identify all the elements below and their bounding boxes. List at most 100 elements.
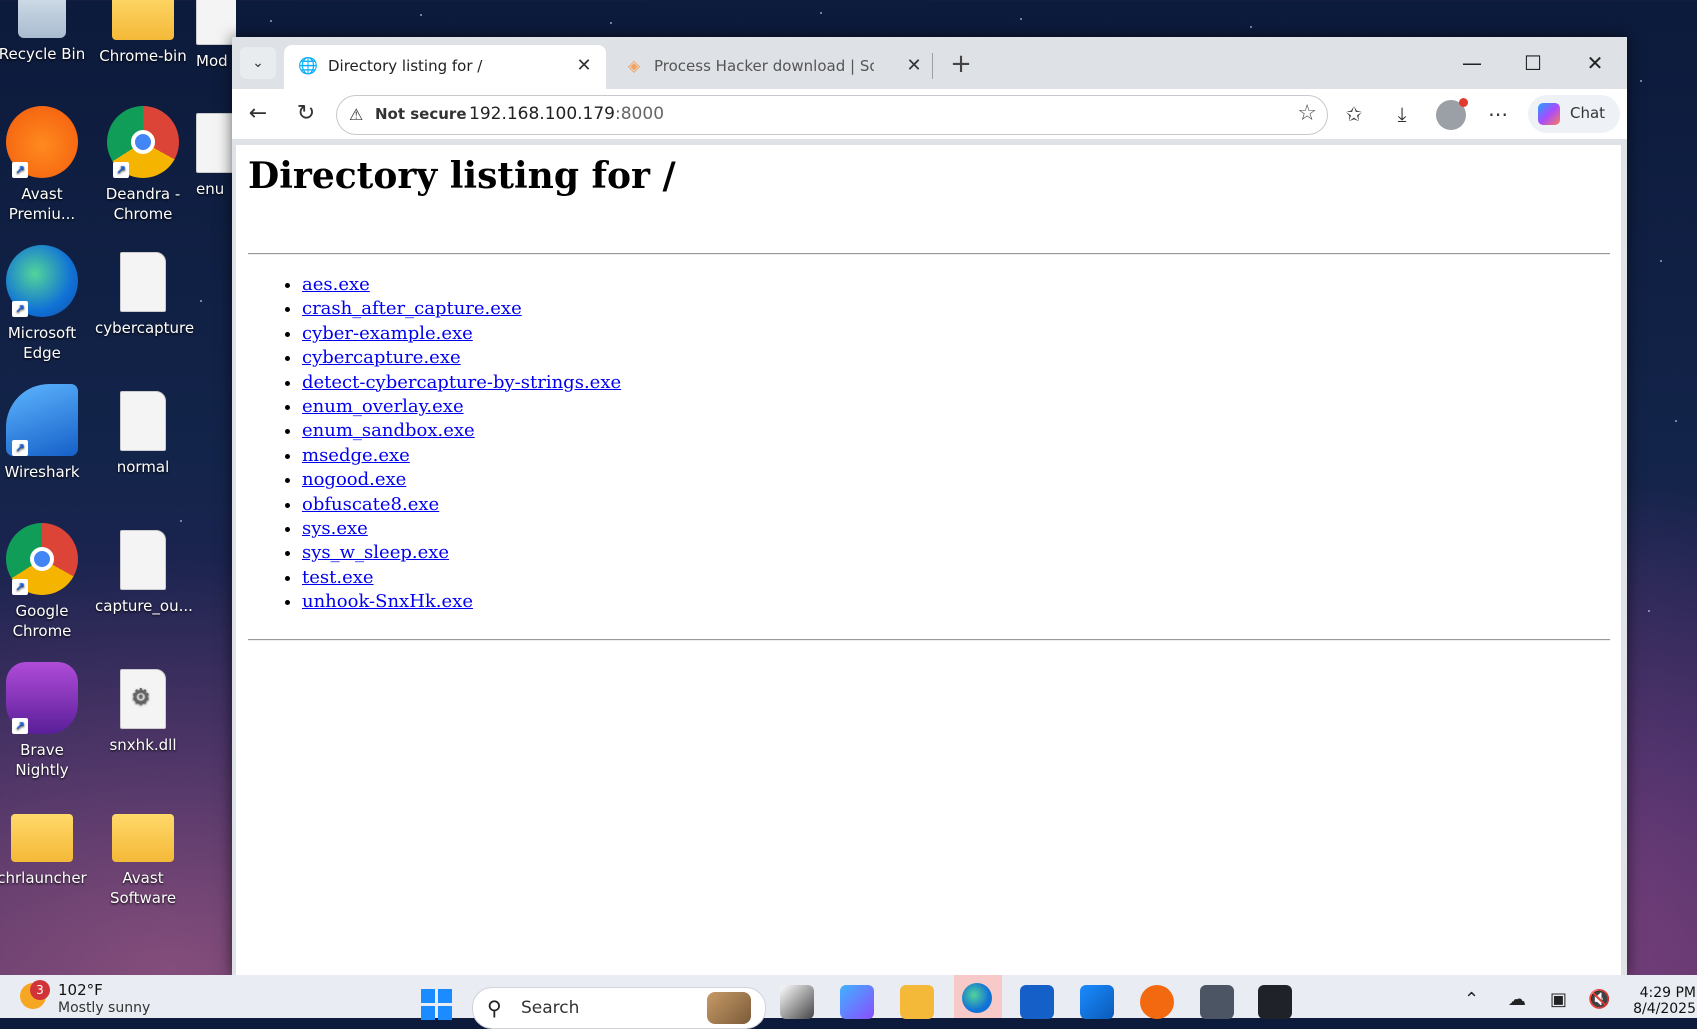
tab-actions-dropdown[interactable]: ⌄ <box>240 47 276 79</box>
file-link[interactable]: aes.exe <box>302 274 370 295</box>
address-bar[interactable]: ⚠ Not secure 192.168.100.179:8000 ☆ <box>336 95 1328 135</box>
desktop-icon-deandra-chrome[interactable]: ↗ Deandra - Chrome <box>95 106 191 224</box>
file-link[interactable]: crash_after_capture.exe <box>302 298 522 319</box>
recycle-bin-icon <box>18 0 66 38</box>
desktop-icon-enu[interactable]: enu <box>196 106 236 199</box>
url-text[interactable]: 192.168.100.179:8000 <box>469 104 664 124</box>
tab-close-button[interactable]: ✕ <box>902 54 926 78</box>
clock-time: 4:29 PM <box>1639 985 1696 1001</box>
desktop-icon-google-chrome[interactable]: ↗ Google Chrome <box>0 523 90 641</box>
close-icon: ✕ <box>1586 51 1604 75</box>
network-icon[interactable]: ▣ <box>1550 989 1567 1010</box>
desktop-icon-snxhk-dll[interactable]: ⚙ snxhk.dll <box>95 662 191 755</box>
favorites-button[interactable]: ✩ <box>1338 98 1370 130</box>
new-tab-button[interactable]: + <box>944 47 978 81</box>
shortcut-arrow-icon: ↗ <box>12 440 28 456</box>
process-monitor-icon[interactable] <box>1200 985 1234 1019</box>
weather-condition[interactable]: Mostly sunny <box>58 1000 150 1016</box>
file-link[interactable]: sys.exe <box>302 518 368 539</box>
back-button[interactable]: ← <box>242 98 274 130</box>
desktop-icon-cybercapture[interactable]: cybercapture <box>95 245 194 338</box>
file-link[interactable]: enum_sandbox.exe <box>302 420 475 441</box>
list-item: obfuscate8.exe <box>302 493 621 517</box>
file-icon <box>120 252 166 312</box>
browser-toolbar: ← ↻ ⚠ Not secure 192.168.100.179:8000 ☆ … <box>232 89 1627 139</box>
file-explorer-icon[interactable] <box>900 985 934 1019</box>
avast-taskbar-icon[interactable] <box>1140 985 1174 1019</box>
plus-icon: + <box>950 49 972 79</box>
dll-gear-file-icon: ⚙ <box>120 669 166 729</box>
brave-nightly-icon: ↗ <box>6 662 78 734</box>
tab-separator <box>932 53 933 79</box>
list-item: cybercapture.exe <box>302 346 621 370</box>
file-link[interactable]: sys_w_sleep.exe <box>302 542 449 563</box>
m365-icon[interactable] <box>840 985 874 1019</box>
avast-icon: ↗ <box>6 106 78 178</box>
list-item: detect-cybercapture-by-strings.exe <box>302 371 621 395</box>
refresh-button[interactable]: ↻ <box>290 98 322 130</box>
shortcut-arrow-icon: ↗ <box>12 162 28 178</box>
list-item: enum_sandbox.exe <box>302 419 621 443</box>
desktop-icon-normal[interactable]: normal <box>95 384 191 477</box>
tab-bar: ⌄ 🌐 Directory listing for / ✕ ◈ Process … <box>232 37 1627 89</box>
weather-temp[interactable]: 102°F <box>58 981 103 999</box>
downloads-button[interactable]: ⤓ <box>1386 98 1418 130</box>
volume-muted-icon[interactable]: 🔇 <box>1588 989 1610 1010</box>
favorites-list-icon: ✩ <box>1345 102 1363 126</box>
desktop-icon-avast-premium[interactable]: ↗ Avast Premiu... <box>0 106 90 224</box>
minimize-button[interactable]: — <box>1442 43 1502 83</box>
file-icon <box>120 391 166 451</box>
desktop-icon-wireshark[interactable]: ↗ Wireshark <box>0 384 90 482</box>
chevron-down-icon: ⌄ <box>252 55 264 71</box>
list-item: sys_w_sleep.exe <box>302 541 621 565</box>
desktop-icon-avast-software[interactable]: Avast Software <box>95 800 191 908</box>
tab-close-button[interactable]: ✕ <box>572 54 596 78</box>
profile-button[interactable] <box>1436 98 1468 130</box>
edge-taskbar-icon[interactable] <box>954 975 1002 1018</box>
add-favorite-star-icon[interactable]: ☆ <box>1297 101 1317 126</box>
file-link[interactable]: unhook-SnxHk.exe <box>302 591 473 612</box>
tab-directory-listing[interactable]: 🌐 Directory listing for / ✕ <box>284 45 606 89</box>
desktop-icon-microsoft-edge[interactable]: ↗ Microsoft Edge <box>0 245 90 363</box>
tab-process-hacker[interactable]: ◈ Process Hacker download | Source ✕ <box>610 45 922 89</box>
clock[interactable]: 4:29 PM 8/4/2025 <box>1626 985 1696 1017</box>
desktop-icon-recycle-bin[interactable]: Recycle Bin <box>0 0 90 64</box>
browser-window: ⌄ 🌐 Directory listing for / ✕ ◈ Process … <box>232 37 1627 975</box>
maximize-button[interactable]: ☐ <box>1503 43 1563 83</box>
copilot-chat-button[interactable]: Chat <box>1528 95 1620 133</box>
taskbar: 3 102°F Mostly sunny ⚲ Search ⌃ ☁ ▣ 🔇 4:… <box>0 975 1697 1029</box>
file-link[interactable]: cybercapture.exe <box>302 347 461 368</box>
file-link[interactable]: cyber-example.exe <box>302 323 473 344</box>
desktop-icon-brave-nightly[interactable]: ↗ Brave Nightly <box>0 662 90 780</box>
desktop-icon-mod[interactable]: Mod <box>196 0 236 71</box>
file-link[interactable]: test.exe <box>302 567 374 588</box>
settings-more-button[interactable]: ⋯ <box>1482 98 1514 130</box>
task-view-icon[interactable] <box>780 985 814 1019</box>
desktop-icon-chrlauncher[interactable]: chrlauncher <box>0 800 90 888</box>
file-link[interactable]: nogood.exe <box>302 469 406 490</box>
tray-chevron-up-icon[interactable]: ⌃ <box>1464 989 1479 1010</box>
file-link[interactable]: enum_overlay.exe <box>302 396 464 417</box>
start-button[interactable] <box>421 989 453 1021</box>
store-icon[interactable] <box>1020 985 1054 1019</box>
file-icon <box>196 113 236 173</box>
page-heading: Directory listing for / <box>248 155 676 197</box>
url-port: :8000 <box>615 104 665 124</box>
file-link[interactable]: detect-cybercapture-by-strings.exe <box>302 372 621 393</box>
not-secure-label[interactable]: Not secure <box>375 105 467 123</box>
shortcut-arrow-icon: ↗ <box>12 301 28 317</box>
refresh-icon: ↻ <box>296 101 316 126</box>
folder-icon <box>11 814 73 862</box>
folder-icon <box>112 0 174 40</box>
onedrive-offline-icon[interactable]: ☁ <box>1508 989 1526 1010</box>
search-icon: ⚲ <box>487 996 502 1020</box>
file-link[interactable]: obfuscate8.exe <box>302 494 439 515</box>
desktop-icon-chrome-bin[interactable]: Chrome-bin <box>95 0 191 66</box>
file-link[interactable]: msedge.exe <box>302 445 410 466</box>
close-window-button[interactable]: ✕ <box>1565 43 1625 83</box>
desktop-icon-capture-output[interactable]: capture_ou... <box>95 523 193 616</box>
list-item: crash_after_capture.exe <box>302 297 621 321</box>
taskbar-search[interactable]: ⚲ Search <box>472 987 766 1029</box>
terminal-icon[interactable] <box>1258 985 1292 1019</box>
outlook-icon[interactable] <box>1080 985 1114 1019</box>
